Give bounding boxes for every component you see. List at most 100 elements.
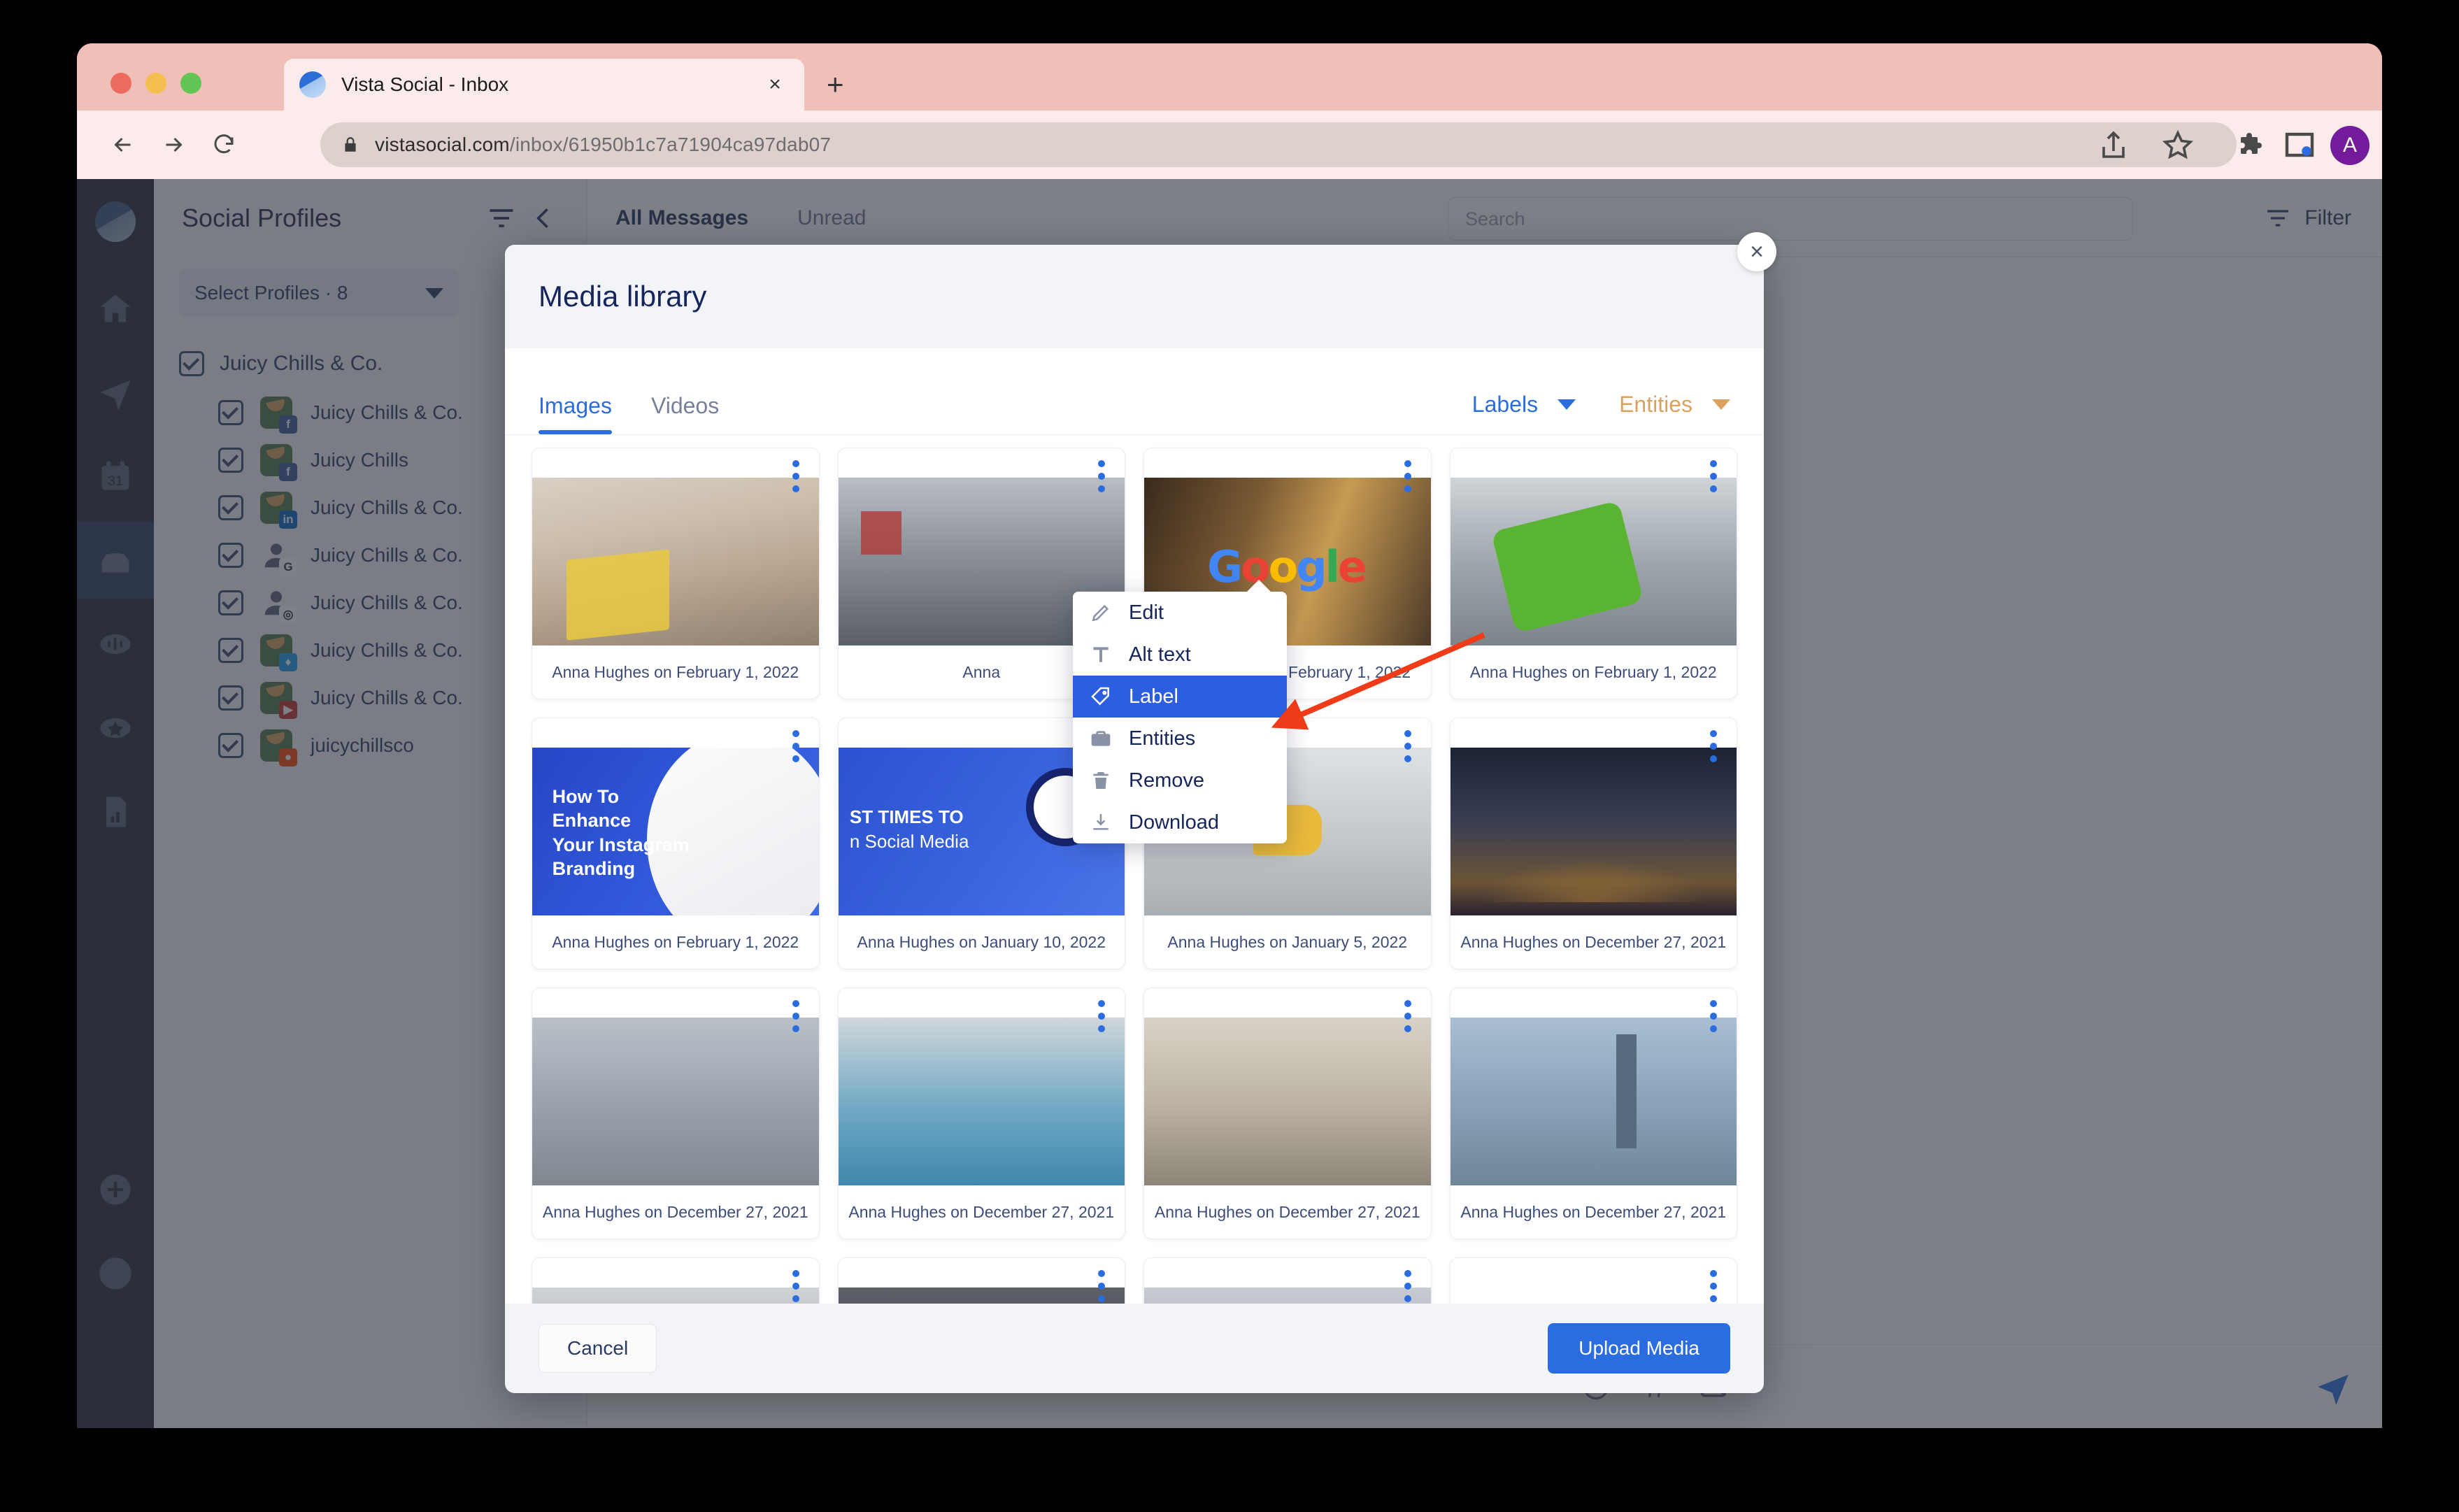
media-caption: Anna Hughes on December 27, 2021 [1460, 1202, 1727, 1221]
labels-dropdown-label: Labels [1471, 392, 1539, 417]
window-maximize-button[interactable] [180, 73, 201, 94]
context-menu-item-label: Edit [1129, 601, 1164, 624]
context-menu-item-entities[interactable]: Entities [1073, 718, 1287, 759]
media-tile[interactable]: Anna Hughes on December 27, 2021 [837, 987, 1125, 1239]
tag-icon [1088, 684, 1113, 709]
tile-kebab-menu-icon[interactable] [1702, 727, 1725, 766]
tile-kebab-menu-icon[interactable] [1702, 997, 1725, 1036]
tile-kebab-menu-icon[interactable] [784, 997, 808, 1036]
new-tab-button[interactable]: + [827, 70, 844, 99]
media-thumbnail [1144, 1288, 1431, 1304]
url-path: /inbox/61950b1c7a71904ca97dab07 [509, 134, 832, 155]
app-viewport: 31 Social Profil [77, 179, 2382, 1428]
tile-kebab-menu-icon[interactable] [1090, 997, 1113, 1036]
media-caption: Anna Hughes on February 1, 2022 [1469, 662, 1717, 681]
share-icon[interactable] [2097, 129, 2130, 162]
media-tile[interactable]: Anna Hughes on December 27, 2021 [1449, 987, 1737, 1239]
media-tile[interactable] [532, 1257, 820, 1304]
cast-icon[interactable] [2283, 129, 2316, 162]
media-tile[interactable]: How To Enhance Your Instagram Branding Anna… [532, 718, 820, 969]
media-context-menu: Edit Alt text Label Entities Remove Download [1073, 580, 1287, 843]
address-bar[interactable]: vistasocial.com/inbox/61950b1c7a71904ca9… [320, 122, 2237, 167]
reload-icon[interactable] [206, 127, 242, 163]
context-menu-item-alt-text[interactable]: Alt text [1073, 634, 1287, 676]
window-close-button[interactable] [111, 73, 131, 94]
context-menu-item-download[interactable]: Download [1073, 801, 1287, 843]
media-thumbnail [1450, 748, 1737, 915]
media-grid-scroll[interactable]: Anna Hughes on February 1, 2022 Anna Googl… [505, 435, 1764, 1304]
labels-dropdown[interactable]: Labels [1472, 392, 1576, 418]
chevron-down-icon [1558, 399, 1576, 410]
media-caption: Anna Hughes on December 27, 2021 [542, 1202, 808, 1221]
browser-tab[interactable]: Vista Social - Inbox × [284, 59, 804, 110]
media-thumbnail [838, 1018, 1125, 1185]
media-thumbnail [1450, 478, 1737, 646]
close-icon[interactable]: × [1737, 232, 1776, 271]
tile-kebab-menu-icon[interactable] [1090, 457, 1113, 496]
media-grid: Anna Hughes on February 1, 2022 Anna Googl… [532, 448, 1737, 1304]
modal-title: Media library [539, 280, 707, 313]
media-caption: Anna Hughes on December 27, 2021 [1460, 932, 1727, 951]
media-caption: Anna Hughes on December 27, 2021 [1154, 1202, 1420, 1221]
entities-dropdown-label: Entities [1619, 392, 1692, 417]
tile-kebab-menu-icon[interactable] [1396, 457, 1420, 496]
media-tile[interactable] [837, 1257, 1125, 1304]
browser-window: Vista Social - Inbox × + vistasocial.com… [77, 43, 2382, 1428]
tile-kebab-menu-icon[interactable] [784, 727, 808, 766]
download-icon [1088, 810, 1113, 835]
browser-tabstrip: Vista Social - Inbox × + [77, 43, 2382, 110]
tile-kebab-menu-icon[interactable] [1702, 1267, 1725, 1304]
context-menu-item-label: Entities [1129, 727, 1196, 750]
chrome-profile-avatar[interactable]: A [2330, 126, 2369, 165]
media-caption: Anna Hughes on February 1, 2022 [552, 932, 799, 951]
puzzle-extensions-icon[interactable] [2235, 129, 2269, 162]
tile-kebab-menu-icon[interactable] [1090, 1267, 1113, 1304]
modal-toolbar: Images Videos Labels Entities [505, 348, 1764, 435]
tile-kebab-menu-icon[interactable] [784, 457, 808, 496]
media-thumbnail [1144, 1018, 1431, 1185]
media-caption: Anna Hughes on January 5, 2022 [1167, 932, 1408, 951]
vista-social-favicon [299, 71, 326, 98]
upload-media-button[interactable]: Upload Media [1548, 1323, 1730, 1374]
tile-kebab-menu-icon[interactable] [1396, 727, 1420, 766]
media-caption: Anna Hughes on December 27, 2021 [848, 1202, 1115, 1221]
media-tile[interactable]: Anna Hughes on December 27, 2021 [1143, 987, 1432, 1239]
context-menu-item-label[interactable]: Label [1073, 676, 1287, 718]
media-caption: Anna Hughes on January 10, 2022 [857, 932, 1106, 951]
text-t-icon [1088, 642, 1113, 667]
window-minimize-button[interactable] [145, 73, 166, 94]
media-tile[interactable]: Anna Hughes on February 1, 2022 [532, 448, 820, 699]
context-menu-item-edit[interactable]: Edit [1073, 592, 1287, 634]
tab-images[interactable]: Images [539, 393, 612, 434]
media-tile[interactable]: UNLOCKINGTHEW⊙RLD [1449, 1257, 1737, 1304]
context-menu-item-label: Remove [1129, 769, 1204, 792]
media-tile[interactable]: Anna Hughes on February 1, 2022 [1449, 448, 1737, 699]
pencil-icon [1088, 600, 1113, 625]
tab-videos[interactable]: Videos [651, 393, 719, 434]
context-menu-item-remove[interactable]: Remove [1073, 759, 1287, 801]
url-text: vistasocial.com/inbox/61950b1c7a71904ca9… [375, 134, 831, 156]
browser-toolbar: vistasocial.com/inbox/61950b1c7a71904ca9… [77, 110, 2382, 179]
tile-kebab-menu-icon[interactable] [1702, 457, 1725, 496]
context-menu-item-label: Alt text [1129, 643, 1191, 666]
media-tile[interactable]: Anna Hughes on December 27, 2021 [532, 987, 820, 1239]
modal-footer: Cancel Upload Media [505, 1304, 1764, 1393]
media-thumbnail: UNLOCKINGTHEW⊙RLD [1450, 1288, 1737, 1304]
tile-kebab-menu-icon[interactable] [1396, 997, 1420, 1036]
briefcase-icon [1088, 726, 1113, 751]
forward-arrow-icon[interactable] [155, 127, 192, 163]
tile-kebab-menu-icon[interactable] [784, 1267, 808, 1304]
media-caption: Anna Hughes on February 1, 2022 [552, 662, 799, 681]
media-thumbnail: How To Enhance Your Instagram Branding [532, 748, 819, 915]
bookmark-star-icon[interactable] [2161, 129, 2195, 162]
url-domain: vistasocial.com [375, 134, 510, 155]
media-thumbnail [1450, 1018, 1737, 1185]
back-arrow-icon[interactable] [105, 127, 141, 163]
entities-dropdown[interactable]: Entities [1619, 392, 1730, 418]
media-tile[interactable]: Anna Hughes on December 27, 2021 [1449, 718, 1737, 969]
chevron-down-icon [1712, 399, 1730, 410]
tile-kebab-menu-icon[interactable] [1396, 1267, 1420, 1304]
media-tile[interactable] [1143, 1257, 1432, 1304]
cancel-button[interactable]: Cancel [539, 1324, 657, 1373]
tab-close-icon[interactable]: × [761, 73, 789, 97]
